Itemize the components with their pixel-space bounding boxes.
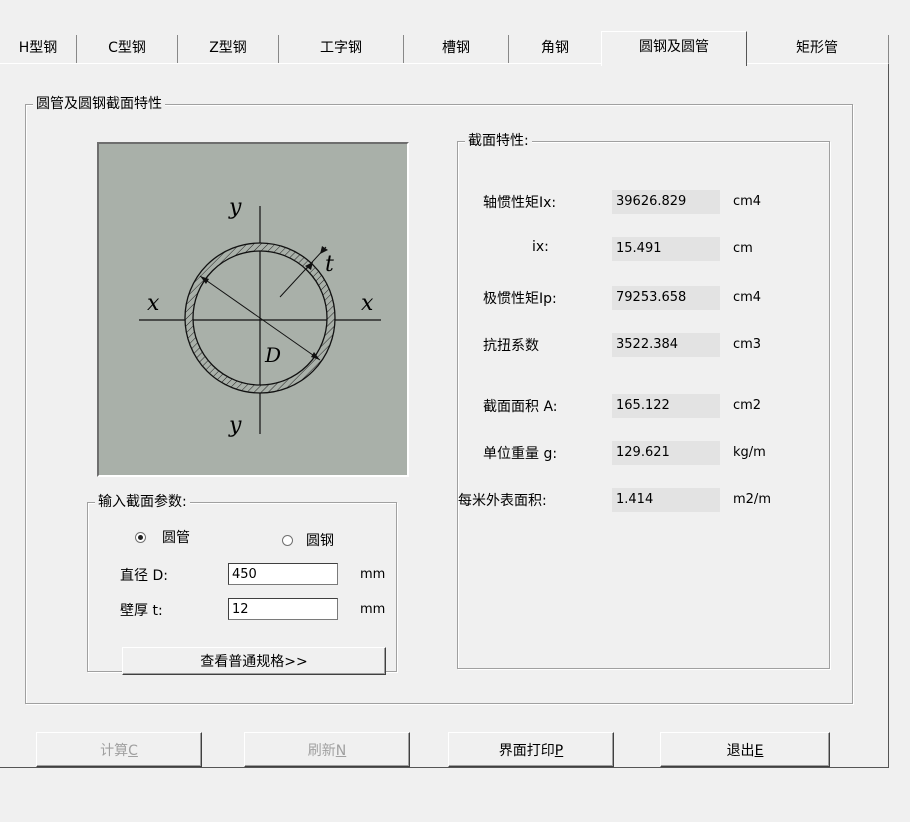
pipe-section-drawing: y y x x t D xyxy=(99,144,407,475)
result-label-polar-inertia: 极惯性矩Ip: xyxy=(483,291,557,307)
exit-button-label: 退出 xyxy=(726,742,755,759)
result-label-surface-area: 每米外表面积: xyxy=(458,493,547,509)
tab-round-and-pipe[interactable]: 圆钢及圆管 xyxy=(601,31,747,66)
axis-x-right-label: x xyxy=(361,291,374,316)
result-unit-ix-inertia: cm4 xyxy=(733,194,762,209)
result-label-unit-weight: 单位重量 g: xyxy=(483,446,558,462)
result-unit-surface-area: m2/m xyxy=(733,492,771,507)
tab-label: C型钢 xyxy=(108,40,146,56)
thickness-input[interactable] xyxy=(228,598,338,620)
print-screen-button-label: 界面打印 xyxy=(498,742,555,759)
tab-z-steel[interactable]: Z型钢 xyxy=(178,35,279,63)
radio-pipe-label[interactable]: 圆管 xyxy=(162,527,190,547)
diameter-input[interactable] xyxy=(228,563,338,585)
calculate-button-label: 计算 xyxy=(100,742,129,759)
tab-c-steel[interactable]: C型钢 xyxy=(77,35,178,63)
result-value-unit-weight: 129.621 xyxy=(612,441,720,465)
tab-label: Z型钢 xyxy=(209,40,247,56)
input-group-title: 输入截面参数: xyxy=(95,494,190,510)
tab-label: H型钢 xyxy=(18,40,58,56)
refresh-button[interactable]: 刷新N xyxy=(244,732,410,767)
result-label-area: 截面面积 A: xyxy=(483,399,558,415)
refresh-button-hotkey: N xyxy=(335,742,347,759)
refresh-button-label: 刷新 xyxy=(307,742,336,759)
result-value-area: 165.122 xyxy=(612,394,720,418)
calculate-button-hotkey: C xyxy=(128,742,138,759)
tab-label: 圆钢及圆管 xyxy=(639,39,709,55)
result-unit-polar-inertia: cm4 xyxy=(733,290,762,305)
exit-button-hotkey: E xyxy=(754,742,764,759)
axis-x-left-label: x xyxy=(147,291,160,316)
calculate-button[interactable]: 计算C xyxy=(36,732,202,767)
print-screen-button-hotkey: P xyxy=(554,742,564,759)
result-value-ix-radius: 15.491 xyxy=(612,237,720,261)
result-unit-ix-radius: cm xyxy=(733,241,753,256)
result-value-torsion-modulus: 3522.384 xyxy=(612,333,720,357)
result-unit-area: cm2 xyxy=(733,398,762,413)
result-value-ix-inertia: 39626.829 xyxy=(612,190,720,214)
exit-button[interactable]: 退出E xyxy=(660,732,830,767)
diameter-label: 直径 D: xyxy=(120,568,168,584)
tab-channel[interactable]: 槽钢 xyxy=(404,35,509,63)
diameter-label: D xyxy=(264,343,281,367)
radio-round-bar-label[interactable]: 圆钢 xyxy=(306,530,334,550)
tab-label: 角钢 xyxy=(541,40,569,56)
section-figure: y y x x t D xyxy=(97,142,409,477)
axis-y-top-label: y xyxy=(228,195,242,220)
result-label-ix-inertia: 轴惯性矩Ix: xyxy=(483,195,557,211)
thickness-label: t xyxy=(325,252,334,277)
result-unit-torsion-modulus: cm3 xyxy=(733,337,762,352)
result-value-polar-inertia: 79253.658 xyxy=(612,286,720,310)
section-group-title: 圆管及圆钢截面特性 xyxy=(33,96,165,112)
result-label-ix-radius: ix: xyxy=(532,239,549,255)
thickness-label: 壁厚 t: xyxy=(120,603,163,619)
tab-label: 槽钢 xyxy=(442,40,470,56)
print-screen-button[interactable]: 界面打印P xyxy=(448,732,614,767)
radio-round-bar[interactable] xyxy=(282,535,293,546)
result-value-surface-area: 1.414 xyxy=(612,488,720,512)
tab-label: 矩形管 xyxy=(796,40,838,56)
tab-rect-tube[interactable]: 矩形管 xyxy=(746,35,889,63)
tab-label: 工字钢 xyxy=(320,40,362,56)
result-label-torsion-modulus: 抗扭系数 xyxy=(483,338,539,354)
results-group-title: 截面特性: xyxy=(465,133,532,149)
result-unit-unit-weight: kg/m xyxy=(733,445,766,460)
tab-i-beam[interactable]: 工字钢 xyxy=(279,35,404,63)
thickness-unit: mm xyxy=(360,602,386,617)
view-standard-specs-button[interactable]: 查看普通规格>> xyxy=(122,647,386,675)
radio-pipe[interactable] xyxy=(135,532,146,543)
tab-angle[interactable]: 角钢 xyxy=(509,35,602,63)
tab-h-steel[interactable]: H型钢 xyxy=(0,35,77,63)
diameter-unit: mm xyxy=(360,567,386,582)
axis-y-bottom-label: y xyxy=(228,413,242,438)
